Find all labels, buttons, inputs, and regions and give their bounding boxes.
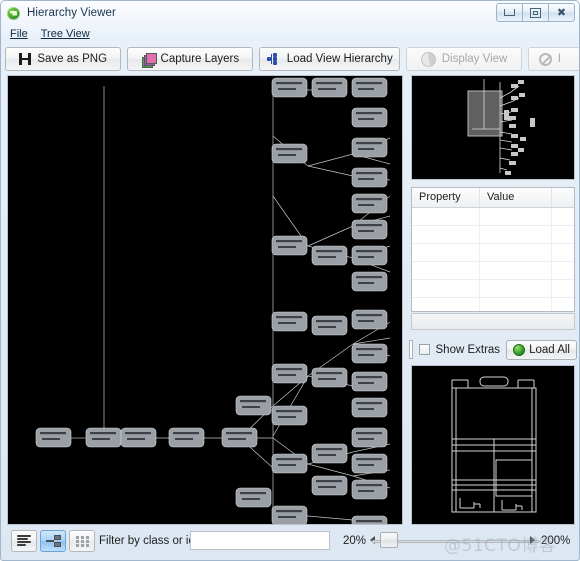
load-all-label: Load All <box>529 343 570 356</box>
filter-input[interactable] <box>190 531 330 550</box>
lines-icon <box>17 535 31 547</box>
nodes-icon <box>45 535 61 547</box>
minimap-overview[interactable] <box>411 75 575 180</box>
save-as-png-button[interactable]: Save as PNG <box>5 47 122 71</box>
capture-layers-label: Capture Layers <box>160 53 240 65</box>
menu-item-tree-view[interactable]: Tree View <box>41 28 90 40</box>
show-extras-checkbox[interactable] <box>418 344 430 355</box>
hierarchy-viewer-window: Hierarchy Viewer ✖ File Tree View Save a… <box>0 0 580 561</box>
view-mode-grid-button[interactable] <box>69 530 95 552</box>
zoom-slider-thumb[interactable] <box>380 532 398 548</box>
grid-icon <box>75 535 89 547</box>
menu-item-file[interactable]: File <box>10 28 28 40</box>
table-row[interactable] <box>412 226 574 244</box>
window-title: Hierarchy Viewer <box>27 7 116 19</box>
cell-value <box>480 298 552 311</box>
cell-value <box>480 208 552 225</box>
view-mode-toggle-group <box>11 530 95 552</box>
toolbar: Save as PNG Capture Layers Load View Hie… <box>5 45 579 73</box>
globe-icon <box>513 343 526 356</box>
show-extras-label: Show Extras <box>435 343 501 356</box>
load-view-hierarchy-button[interactable]: Load View Hierarchy <box>259 47 401 71</box>
display-icon <box>420 51 436 67</box>
display-view-label: Display View <box>441 53 508 65</box>
extras-bar: Show Extras Load All <box>409 337 577 362</box>
maximize-button[interactable] <box>523 3 549 22</box>
invalidate-layout-label: I <box>557 53 561 65</box>
menu-item-tree-view-label: Tree View <box>40 28 90 40</box>
cell-value <box>480 244 552 261</box>
hierarchy-icon <box>266 53 281 65</box>
display-view-button[interactable]: Display View <box>406 47 522 71</box>
view-mode-tree-button[interactable] <box>40 530 66 552</box>
table-row[interactable] <box>412 298 574 311</box>
cell-property <box>412 262 480 279</box>
color-swatch-button[interactable] <box>409 340 413 359</box>
load-view-hierarchy-label: Load View Hierarchy <box>286 53 393 65</box>
property-panel-footer <box>411 313 575 330</box>
save-as-png-label: Save as PNG <box>37 53 108 65</box>
invalidate-icon <box>538 52 552 66</box>
title-bar: Hierarchy Viewer ✖ <box>1 1 579 25</box>
property-table[interactable]: Property Value <box>411 187 575 312</box>
capture-layers-button[interactable]: Capture Layers <box>127 47 254 71</box>
invalidate-layout-button[interactable]: I <box>527 47 579 71</box>
menu-item-file-label: File <box>10 28 28 40</box>
zoom-max-label: 200% <box>541 535 571 547</box>
minimize-button[interactable] <box>496 3 523 22</box>
column-header-value[interactable]: Value <box>480 188 552 207</box>
view-mode-list-button[interactable] <box>11 530 37 552</box>
android-green-icon <box>7 6 20 20</box>
cell-property <box>412 298 480 311</box>
table-row[interactable] <box>412 262 574 280</box>
layers-icon <box>141 52 157 68</box>
minimap-graph <box>412 76 574 179</box>
cell-property <box>412 226 480 243</box>
cell-value <box>480 226 552 243</box>
property-table-header: Property Value <box>412 188 574 208</box>
filter-label: Filter by class or id: <box>99 535 199 547</box>
layout-wireframe-preview[interactable] <box>411 365 575 525</box>
cell-value <box>480 280 552 297</box>
minimize-icon <box>504 9 515 16</box>
bottom-bar: Filter by class or id: 20% 200% <box>2 527 579 560</box>
cell-property <box>412 280 480 297</box>
column-header-extra <box>552 188 574 207</box>
table-row[interactable] <box>412 280 574 298</box>
cell-value <box>480 262 552 279</box>
close-icon: ✖ <box>556 6 567 19</box>
save-icon <box>19 53 32 65</box>
tree-view-canvas[interactable] <box>7 75 403 525</box>
cell-property <box>412 208 480 225</box>
table-row[interactable] <box>412 208 574 226</box>
maximize-icon <box>530 7 541 18</box>
zoom-min-label: 20% <box>343 535 367 547</box>
zoom-increase-arrow[interactable] <box>530 536 535 544</box>
menu-bar: File Tree View <box>2 25 579 43</box>
close-button[interactable]: ✖ <box>549 3 575 22</box>
cell-property <box>412 244 480 261</box>
table-row[interactable] <box>412 244 574 262</box>
column-header-property[interactable]: Property <box>412 188 480 207</box>
tree-graph <box>8 76 402 524</box>
load-all-button[interactable]: Load All <box>506 339 577 360</box>
wireframe-graph <box>412 366 574 524</box>
window-controls: ✖ <box>496 3 575 22</box>
